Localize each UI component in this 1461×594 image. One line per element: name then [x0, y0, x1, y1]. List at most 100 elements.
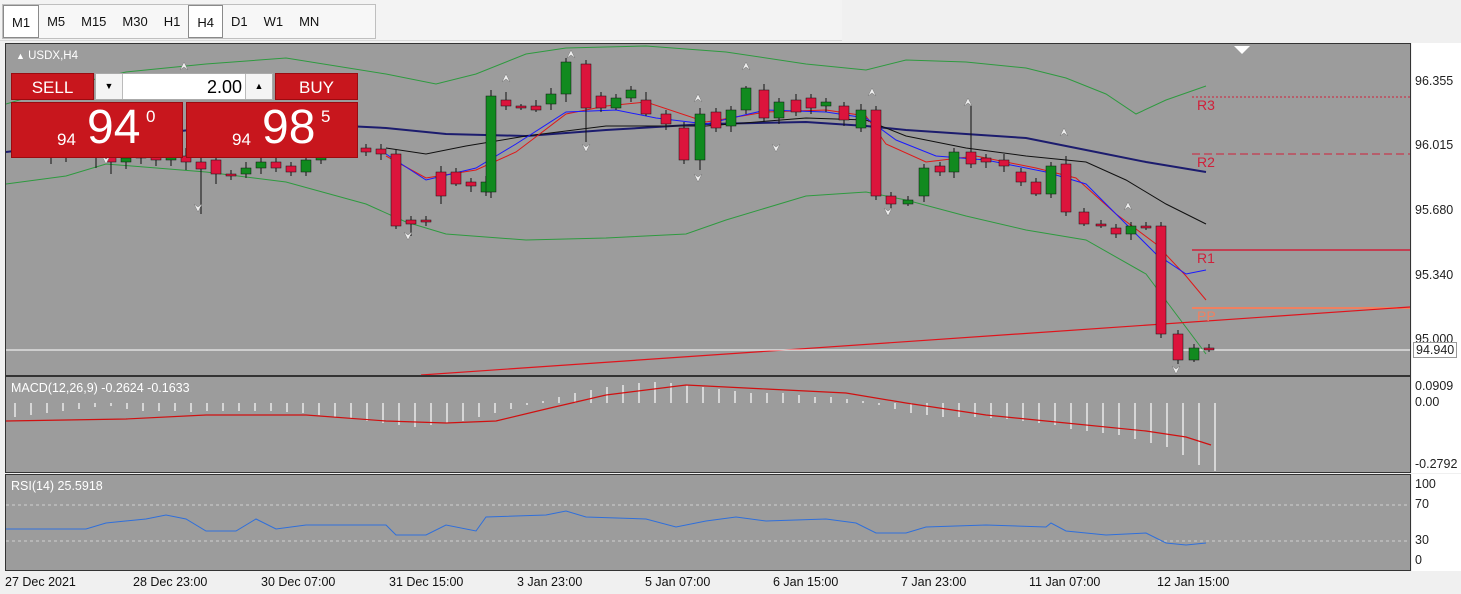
fractal-up-icon: [1059, 127, 1069, 137]
bull-candle: [610, 97, 622, 109]
macd-histogram-bar: [686, 385, 688, 403]
macd-histogram-bar: [350, 403, 352, 419]
macd-histogram-bar: [542, 401, 544, 403]
macd-histogram-bar: [1086, 403, 1088, 431]
price-axis[interactable]: 96.355 96.015 95.680 95.340 95.000 94.940: [1412, 43, 1461, 376]
bull-candle: [300, 159, 312, 173]
bear-candle: [500, 99, 512, 107]
bear-candle: [998, 159, 1010, 167]
date-label: 6 Jan 15:00: [773, 575, 839, 589]
rsi-title: RSI(14) 25.5918: [11, 479, 103, 493]
bear-candle: [1172, 333, 1184, 361]
macd-histogram-bar: [206, 403, 208, 411]
macd-histogram-bar: [766, 393, 768, 403]
bear-candle: [285, 165, 297, 173]
pivot-label: R3: [1197, 97, 1215, 113]
macd-panel[interactable]: MACD(12,26,9) -0.2624 -0.1633: [5, 376, 1411, 473]
sell-price-main: 94: [87, 101, 141, 154]
macd-histogram-bar: [30, 403, 32, 415]
time-axis[interactable]: 27 Dec 2021 28 Dec 23:00 30 Dec 07:00 31 De…: [5, 571, 1411, 594]
rsi-axis-label: 30: [1415, 533, 1429, 547]
fractal-up-icon: [1123, 201, 1133, 211]
macd-histogram-bar: [862, 401, 864, 403]
macd-histogram-bar: [126, 403, 128, 409]
trend-line: [420, 306, 1410, 375]
sell-quote[interactable]: 94 94 0: [11, 101, 183, 158]
bear-candle: [1140, 225, 1152, 229]
bear-candle: [870, 109, 882, 197]
macd-histogram-bar: [318, 403, 320, 415]
bull-candle: [1188, 347, 1200, 361]
macd-histogram-bar: [382, 403, 384, 423]
timeframe-w1-button[interactable]: W1: [256, 5, 292, 38]
timeframe-d1-button[interactable]: D1: [223, 5, 256, 38]
date-label: 31 Dec 15:00: [389, 575, 464, 589]
rsi-axis-label: 70: [1415, 497, 1429, 511]
lot-decrease-icon[interactable]: ▼: [96, 74, 123, 99]
macd-histogram-bar: [718, 389, 720, 403]
macd-histogram-bar: [782, 393, 784, 403]
price-chart[interactable]: R3 R2 R1 PP ▲ USDX,H4 SELL ▼ 2.00 ▲ BUY 94 …: [5, 43, 1411, 376]
fractal-up-icon: [566, 49, 576, 59]
bull-candle: [120, 157, 132, 163]
bear-candle: [790, 99, 802, 113]
macd-axis[interactable]: 0.0909 0.00 -0.2792: [1412, 376, 1461, 473]
macd-histogram-bar: [238, 403, 240, 411]
bull-candle: [240, 167, 252, 175]
timeframe-m5-button[interactable]: M5: [39, 5, 73, 38]
lot-size-field[interactable]: ▼ 2.00 ▲: [95, 73, 273, 100]
bear-candle: [360, 147, 372, 153]
macd-histogram-bar: [1182, 403, 1184, 455]
bear-candle: [934, 165, 946, 173]
sell-button[interactable]: SELL: [11, 73, 94, 100]
macd-histogram-bar: [734, 391, 736, 403]
macd-histogram-bar: [110, 403, 112, 406]
macd-histogram-bar: [750, 393, 752, 403]
macd-histogram-bar: [654, 382, 656, 403]
timeframe-h4-button[interactable]: H4: [188, 5, 223, 38]
rsi-axis[interactable]: 100 70 30 0: [1412, 474, 1461, 571]
macd-histogram-bar: [622, 385, 624, 403]
rsi-axis-label: 0: [1415, 553, 1422, 567]
bear-candle: [758, 89, 770, 119]
bear-candle: [270, 161, 282, 169]
macd-histogram-bar: [462, 403, 464, 421]
timeframe-m15-button[interactable]: M15: [73, 5, 114, 38]
macd-histogram-bar: [830, 397, 832, 403]
macd-histogram-bar: [190, 403, 192, 412]
macd-histogram-bar: [1070, 403, 1072, 429]
macd-histogram-bar: [366, 403, 368, 421]
collapse-icon[interactable]: ▲: [16, 51, 25, 61]
buy-price-main: 98: [262, 101, 316, 154]
buy-button[interactable]: BUY: [275, 73, 358, 100]
chart-window: R3 R2 R1 PP ▲ USDX,H4 SELL ▼ 2.00 ▲ BUY 94 …: [5, 43, 1461, 594]
bear-candle: [225, 173, 237, 177]
bull-candle: [902, 199, 914, 205]
timeframe-m30-button[interactable]: M30: [114, 5, 155, 38]
timeframe-m1-button[interactable]: M1: [3, 5, 40, 38]
bull-candle: [725, 109, 737, 127]
bear-candle: [595, 95, 607, 109]
macd-histogram-bar: [1214, 403, 1216, 471]
macd-histogram-bar: [46, 403, 48, 413]
timeframe-mn-button[interactable]: MN: [291, 5, 327, 38]
date-label: 12 Jan 15:00: [1157, 575, 1230, 589]
price-axis-label: 95.680: [1415, 203, 1454, 217]
bear-candle: [1015, 171, 1027, 183]
macd-histogram-bar: [430, 403, 432, 425]
buy-quote[interactable]: 94 98 5: [186, 101, 358, 158]
timeframe-h1-button[interactable]: H1: [156, 5, 189, 38]
pivot-label: PP: [1197, 308, 1216, 324]
rsi-panel[interactable]: RSI(14) 25.5918: [5, 474, 1411, 571]
macd-histogram-bar: [1198, 403, 1200, 465]
macd-histogram-bar: [1150, 403, 1152, 443]
macd-axis-label: 0.00: [1415, 395, 1440, 409]
macd-histogram-bar: [1134, 403, 1136, 439]
lot-increase-icon[interactable]: ▲: [245, 74, 272, 99]
bear-candle: [580, 63, 592, 109]
macd-histogram-bar: [94, 403, 96, 407]
bear-candle: [515, 105, 527, 109]
fractal-down-icon: [693, 173, 703, 183]
date-label: 7 Jan 23:00: [901, 575, 967, 589]
lot-size-value[interactable]: 2.00: [207, 77, 242, 98]
